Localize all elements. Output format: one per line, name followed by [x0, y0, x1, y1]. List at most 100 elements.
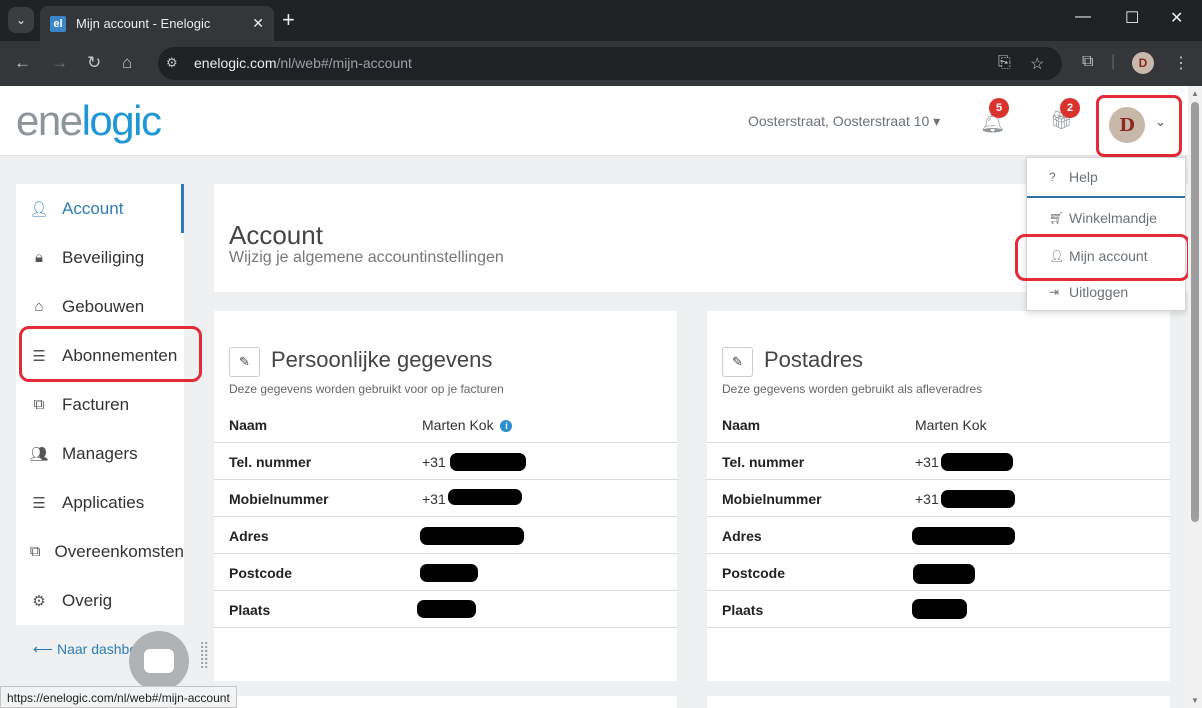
- scroll-up-icon[interactable]: ▲: [1191, 89, 1199, 98]
- sidebar-item-label: Overig: [62, 590, 113, 610]
- row-value: Marten Kok: [915, 417, 987, 433]
- row-label: Tel. nummer: [229, 454, 312, 470]
- sidebar-item-label: Facturen: [62, 394, 130, 414]
- table-row: Tel. nummer +31: [707, 443, 1170, 480]
- table-row: Naam Marten Kok i: [214, 406, 677, 443]
- row-value: +31: [915, 491, 939, 507]
- table-row: Plaats: [707, 591, 1170, 628]
- redacted-block: [448, 489, 522, 505]
- sidebar-item-facturen[interactable]: ⧉ Facturen: [16, 380, 184, 429]
- row-label: Postcode: [229, 565, 293, 581]
- row-label: Tel. nummer: [722, 454, 805, 470]
- menu-item-label: Help: [1069, 169, 1098, 185]
- postal-address-card: ✎ Postadres Deze gegevens worden gebruik…: [707, 311, 1170, 681]
- reload-icon[interactable]: ↻: [87, 53, 101, 73]
- redacted-block: [420, 527, 524, 545]
- browser-toolbar: ← → ↻ ⌂ ⚙ enelogic.com/nl/web#/mijn-acco…: [0, 41, 1202, 86]
- sidebar-item-gebouwen[interactable]: ⌂ Gebouwen: [16, 282, 184, 331]
- scroll-down-icon[interactable]: ▼: [1191, 696, 1199, 705]
- highlight-abonnementen: [19, 326, 202, 382]
- redacted-block: [913, 564, 975, 584]
- user-avatar: D: [1109, 107, 1145, 143]
- enelogic-logo[interactable]: enelogic: [16, 98, 162, 144]
- page-scrollbar[interactable]: ▲ ▼: [1188, 86, 1202, 708]
- favicon-icon: el: [50, 15, 66, 32]
- menu-item-help[interactable]: ? Help: [1027, 159, 1185, 195]
- menu-item-label: Winkelmandje: [1069, 210, 1157, 226]
- pencil-icon: ✎: [732, 354, 743, 369]
- redacted-block: [417, 600, 476, 618]
- sidebar-item-label: Account: [62, 198, 124, 218]
- user-menu-button[interactable]: D ⌄: [1096, 95, 1182, 157]
- row-value: +31: [422, 491, 446, 507]
- maximize-icon[interactable]: ☐: [1125, 8, 1139, 28]
- address-bar[interactable]: ⚙ enelogic.com/nl/web#/mijn-account ⎘ ☆: [158, 47, 1062, 80]
- lock-icon: 🔒︎: [35, 249, 43, 266]
- pencil-icon: ✎: [239, 354, 250, 369]
- browser-tab[interactable]: el Mijn account - Enelogic ✕: [40, 6, 274, 41]
- row-label: Naam: [722, 417, 761, 433]
- site-info-icon[interactable]: ⚙: [166, 55, 178, 71]
- tab-close-icon[interactable]: ✕: [252, 15, 264, 32]
- drag-handle-icon[interactable]: ⠿ ⠿ ⠿: [199, 641, 209, 671]
- row-label: Plaats: [229, 602, 271, 618]
- bookmark-star-icon[interactable]: ☆: [1030, 54, 1044, 74]
- table-row: Postcode: [214, 554, 677, 591]
- home-icon[interactable]: ⌂: [122, 53, 132, 73]
- minimize-icon[interactable]: —: [1075, 8, 1091, 26]
- logout-icon: ⇥: [1049, 285, 1060, 299]
- back-icon[interactable]: ←: [14, 53, 31, 73]
- sidebar-item-label: Gebouwen: [62, 296, 145, 316]
- url-text: enelogic.com/nl/web#/mijn-account: [194, 55, 412, 71]
- sidebar-item-label: Beveiliging: [62, 247, 145, 267]
- menu-icon[interactable]: ⋮: [1173, 53, 1189, 73]
- sidebar-item-label: Applicaties: [62, 492, 145, 512]
- page-subtitle: Wijzig je algemene accountinstellingen: [229, 249, 504, 266]
- install-app-icon[interactable]: ⎘: [998, 54, 1011, 72]
- sidebar-item-overig[interactable]: ⚙ Overig: [16, 576, 184, 625]
- extensions-icon[interactable]: ⧉: [1082, 53, 1093, 71]
- site-header: enelogic Oosterstraat, Oosterstraat 10 ▾…: [0, 86, 1188, 157]
- tab-search-button[interactable]: ⌄: [8, 7, 34, 33]
- scroll-thumb[interactable]: [1191, 102, 1199, 522]
- sidebar-item-applicaties[interactable]: ☰ Applicaties: [16, 478, 184, 527]
- home-icon: ⌂: [34, 298, 44, 315]
- sidebar-item-label: Overeenkomsten: [54, 541, 184, 561]
- chat-button[interactable]: [129, 631, 189, 691]
- table-row: Naam Marten Kok: [707, 406, 1170, 443]
- table-row: Tel. nummer +31: [214, 443, 677, 480]
- edit-personal-button[interactable]: ✎: [229, 347, 260, 377]
- new-tab-button[interactable]: +: [282, 8, 295, 32]
- card-subtitle: Deze gegevens worden gebruikt voor op je…: [229, 382, 504, 396]
- menu-item-winkelmandje[interactable]: 🛒︎ Winkelmandje: [1027, 200, 1185, 236]
- redacted-block: [941, 453, 1013, 471]
- browser-tab-bar: ⌄ el Mijn account - Enelogic ✕ + — ☐ ✕: [0, 0, 1202, 41]
- close-window-icon[interactable]: ✕: [1170, 8, 1183, 28]
- cart-icon: 🛒︎: [1049, 211, 1065, 225]
- table-row: Mobielnummer +31: [707, 480, 1170, 517]
- chat-icon: [144, 649, 174, 673]
- row-value: Marten Kok i: [422, 417, 513, 433]
- row-value: +31: [422, 454, 446, 470]
- sidebar-item-beveiliging[interactable]: 🔒︎ Beveiliging: [16, 233, 184, 282]
- copy-icon: ⧉: [29, 543, 41, 560]
- redacted-block: [450, 453, 526, 471]
- address-selector[interactable]: Oosterstraat, Oosterstraat 10 ▾: [748, 113, 940, 130]
- table-row: Adres: [707, 517, 1170, 554]
- gears-icon: ⚙: [32, 592, 46, 610]
- back-to-dashboard-link[interactable]: ⟵ Naar dashbo: [33, 641, 137, 658]
- sidebar-item-label: Managers: [62, 443, 138, 463]
- row-label: Plaats: [722, 602, 764, 618]
- sidebar-item-account[interactable]: 👤︎ Account: [16, 184, 184, 233]
- sidebar-item-managers[interactable]: 👥︎ Managers: [16, 429, 184, 478]
- edit-postal-button[interactable]: ✎: [722, 347, 753, 377]
- forward-icon[interactable]: →: [51, 53, 68, 73]
- info-icon[interactable]: i: [500, 420, 513, 432]
- row-label: Adres: [229, 528, 269, 544]
- profile-avatar[interactable]: D: [1132, 52, 1154, 74]
- redacted-block: [912, 527, 1015, 545]
- arrow-left-icon: ⟵: [33, 641, 54, 657]
- sidebar-item-overeenkomsten[interactable]: ⧉ Overeenkomsten: [16, 527, 184, 576]
- gifts-badge: 2: [1060, 98, 1080, 118]
- page-title: Account: [229, 220, 323, 250]
